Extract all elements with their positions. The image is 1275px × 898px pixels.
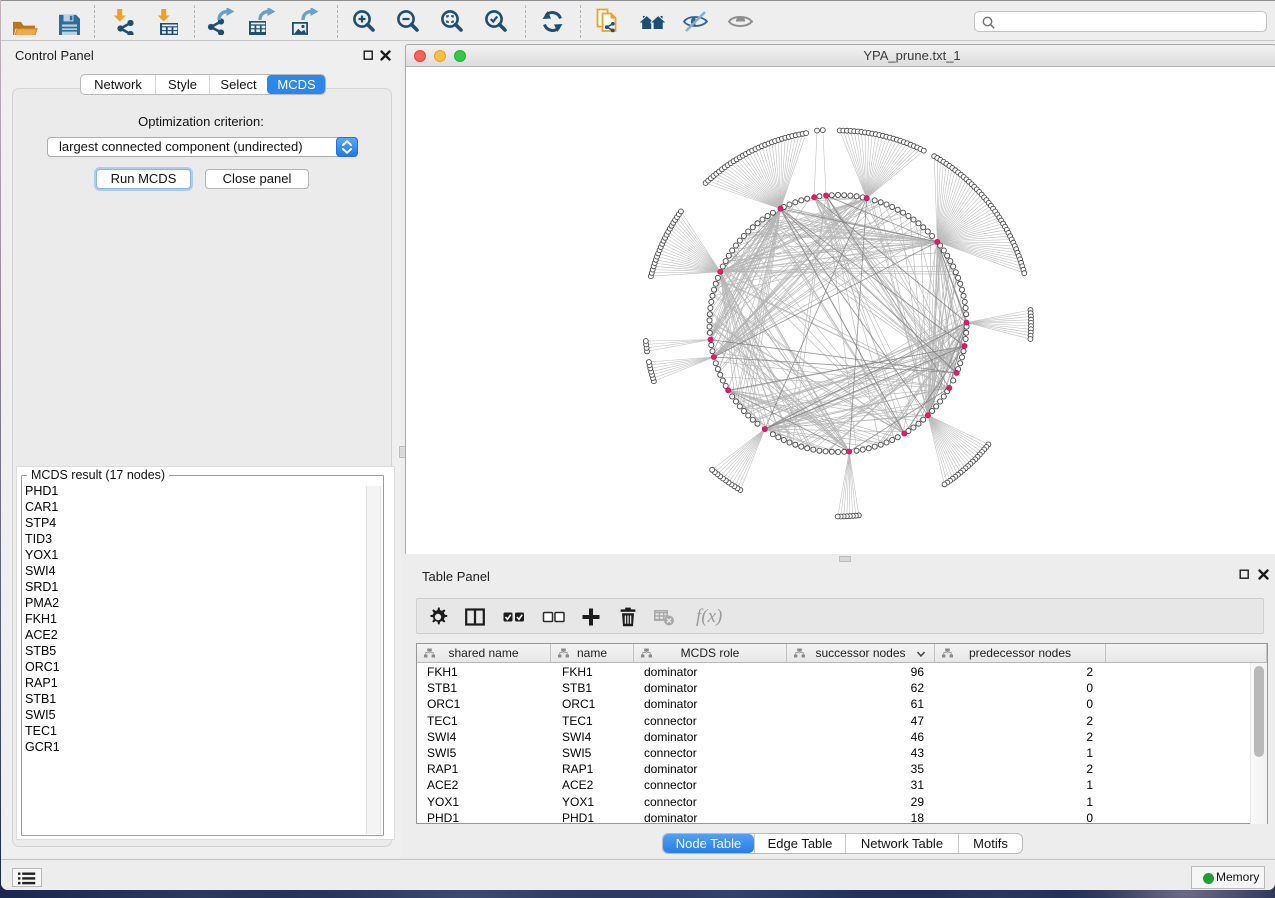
svg-text:f(x): f(x) <box>696 606 722 627</box>
